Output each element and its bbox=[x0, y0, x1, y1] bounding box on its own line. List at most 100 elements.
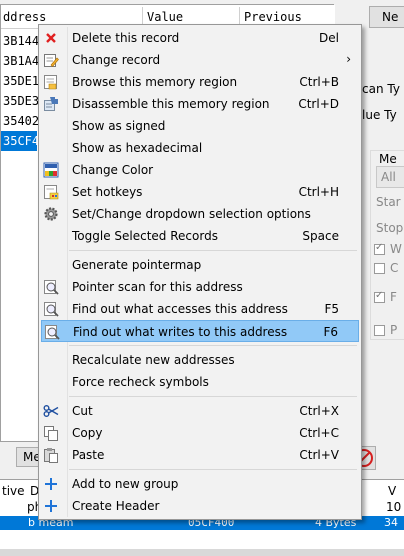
menu-item-label: Set hotkeys bbox=[72, 185, 143, 199]
menu-item-shortcut: Ctrl+C bbox=[299, 426, 339, 440]
menu-item-paste[interactable]: Paste Ctrl+V bbox=[41, 444, 359, 466]
menu-item-label: Add to new group bbox=[72, 477, 179, 491]
menu-item-create-header[interactable]: Create Header bbox=[41, 495, 359, 517]
scan-type-label: can Ty bbox=[362, 82, 400, 96]
copy-icon bbox=[44, 426, 58, 441]
memory-region-combo[interactable]: All bbox=[376, 166, 404, 188]
disassemble-icon bbox=[44, 97, 58, 111]
column-previous[interactable]: Previous bbox=[244, 10, 302, 24]
menu-item-label: Set/Change dropdown selection options bbox=[72, 207, 311, 221]
menu-item-label: Change Color bbox=[72, 163, 154, 177]
menu-separator bbox=[69, 396, 357, 397]
menu-item-label: Show as signed bbox=[72, 119, 166, 133]
menu-item-generate-pointermap[interactable]: Generate pointermap bbox=[41, 254, 359, 276]
paste-icon bbox=[44, 448, 58, 463]
menu-item-pointer-scan[interactable]: Pointer scan for this address bbox=[41, 276, 359, 298]
menu-item-force-recheck[interactable]: Force recheck symbols bbox=[41, 371, 359, 393]
menu-item-label: Disassemble this memory region bbox=[72, 97, 270, 111]
menu-item-label: Create Header bbox=[72, 499, 160, 513]
address-row[interactable]: 35DE3 bbox=[1, 91, 39, 111]
pointer-scan-icon bbox=[44, 280, 59, 295]
menu-item-change-color[interactable]: Change Color bbox=[41, 159, 359, 181]
menu-item-delete-record[interactable]: Delete this record Del bbox=[41, 27, 359, 49]
menu-item-shortcut: Ctrl+D bbox=[298, 97, 339, 111]
menu-item-shortcut: Del bbox=[319, 31, 339, 45]
fast-scan-checkbox[interactable] bbox=[374, 290, 385, 303]
column-address[interactable]: ddress bbox=[3, 10, 46, 24]
delete-x-icon bbox=[46, 33, 56, 43]
pause-checkbox[interactable] bbox=[374, 325, 385, 336]
column-value[interactable]: Value bbox=[147, 10, 183, 24]
menu-item-add-to-new-group[interactable]: Add to new group bbox=[41, 473, 359, 495]
new-scan-button[interactable]: Ne bbox=[369, 6, 404, 28]
menu-item-shortcut: Ctrl+V bbox=[299, 448, 339, 462]
fast-scan-label: F bbox=[390, 290, 397, 304]
menu-item-shortcut: Ctrl+X bbox=[299, 404, 339, 418]
menu-item-label: Show as hexadecimal bbox=[72, 141, 203, 155]
address-row[interactable]: 3B1A4 bbox=[1, 51, 39, 71]
menu-item-label: Recalculate new addresses bbox=[72, 353, 235, 367]
browse-memory-icon bbox=[44, 75, 57, 90]
menu-item-label: Generate pointermap bbox=[72, 258, 202, 272]
address-row[interactable]: 35402 bbox=[1, 111, 39, 131]
menu-separator bbox=[69, 345, 357, 346]
status-strip bbox=[0, 549, 404, 556]
selected-row-value: 34 bbox=[384, 516, 398, 529]
menu-item-shortcut: Ctrl+B bbox=[299, 75, 339, 89]
menu-item-change-record[interactable]: Change record › bbox=[41, 49, 359, 71]
menu-item-show-as-signed[interactable]: Show as signed bbox=[41, 115, 359, 137]
scissors-icon bbox=[43, 405, 59, 417]
menu-item-label: Cut bbox=[72, 404, 93, 418]
menu-item-label: Find out what writes to this address bbox=[73, 325, 288, 339]
menu-item-find-writes[interactable]: Find out what writes to this address F6 bbox=[41, 320, 359, 342]
submenu-arrow-icon: › bbox=[346, 52, 351, 66]
menu-item-label: Copy bbox=[72, 426, 103, 440]
find-accesses-icon bbox=[44, 302, 59, 317]
memory-options-label: Me bbox=[378, 152, 398, 166]
writable-checkbox[interactable] bbox=[374, 242, 385, 255]
menu-item-shortcut: Ctrl+H bbox=[298, 185, 339, 199]
menu-item-shortcut: Space bbox=[302, 229, 339, 243]
change-record-icon bbox=[44, 54, 59, 67]
menu-item-show-as-hex[interactable]: Show as hexadecimal bbox=[41, 137, 359, 159]
address-row[interactable]: 35DE1 bbox=[1, 71, 39, 91]
menu-separator bbox=[69, 469, 357, 470]
copy-on-write-label: C bbox=[390, 261, 399, 275]
color-palette-icon bbox=[43, 162, 59, 178]
plus-icon bbox=[45, 500, 57, 512]
address-row-selected[interactable]: 35CF4 bbox=[1, 131, 39, 151]
menu-item-label: Browse this memory region bbox=[72, 75, 238, 89]
menu-item-label: Toggle Selected Records bbox=[72, 229, 218, 243]
menu-item-cut[interactable]: Cut Ctrl+X bbox=[41, 400, 359, 422]
menu-item-label: Force recheck symbols bbox=[72, 375, 209, 389]
menu-item-dropdown-options[interactable]: Set/Change dropdown selection options bbox=[41, 203, 359, 225]
plus-icon bbox=[45, 478, 57, 490]
menu-separator bbox=[69, 250, 357, 251]
menu-item-label: Pointer scan for this address bbox=[72, 280, 243, 294]
pause-label: P bbox=[390, 323, 398, 337]
menu-item-label: Change record bbox=[72, 53, 161, 67]
menu-item-label: Paste bbox=[72, 448, 105, 462]
menu-item-recalculate[interactable]: Recalculate new addresses bbox=[41, 349, 359, 371]
menu-item-toggle-selected[interactable]: Toggle Selected Records Space bbox=[41, 225, 359, 247]
context-menu[interactable]: Delete this record Del Change record › B… bbox=[38, 24, 362, 520]
menu-item-copy[interactable]: Copy Ctrl+C bbox=[41, 422, 359, 444]
gear-icon bbox=[44, 207, 58, 221]
menu-item-label: Find out what accesses this address bbox=[72, 302, 288, 316]
menu-item-disassemble[interactable]: Disassemble this memory region Ctrl+D bbox=[41, 93, 359, 115]
menu-item-set-hotkeys[interactable]: Set hotkeys Ctrl+H bbox=[41, 181, 359, 203]
copy-on-write-checkbox[interactable] bbox=[374, 263, 385, 274]
menu-item-browse-memory[interactable]: Browse this memory region Ctrl+B bbox=[41, 71, 359, 93]
menu-item-label: Delete this record bbox=[72, 31, 180, 45]
column-active[interactable]: tive bbox=[2, 484, 25, 498]
writable-label: W bbox=[390, 242, 402, 256]
find-writes-icon bbox=[45, 325, 60, 340]
table-row-value[interactable]: 10 bbox=[386, 500, 401, 514]
column-value[interactable]: V bbox=[388, 484, 396, 498]
start-label: Star bbox=[376, 195, 401, 209]
menu-item-find-accesses[interactable]: Find out what accesses this address F5 bbox=[41, 298, 359, 320]
stop-label: Stop bbox=[376, 221, 404, 235]
value-type-label: lue Ty bbox=[362, 108, 397, 122]
hotkeys-icon bbox=[44, 185, 59, 200]
address-row[interactable]: 3B144 bbox=[1, 31, 39, 51]
